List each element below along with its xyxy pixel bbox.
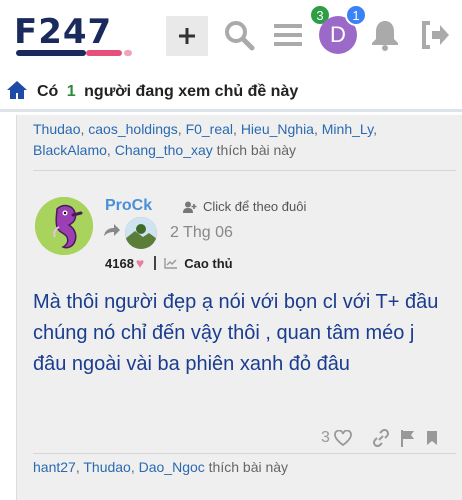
site-logo[interactable]: F247 (14, 12, 146, 56)
post-likes: hant27, Thudao, Dao_Ngoc thích bài này (33, 459, 289, 475)
liker-link[interactable]: Thudao (33, 121, 80, 137)
liker-link[interactable]: Chang_tho_xay (115, 142, 213, 158)
bell-icon (372, 21, 398, 51)
post-divider (33, 453, 456, 454)
home-button[interactable] (6, 80, 28, 105)
poster-stats: 4168 ♥ Cao thủ (105, 255, 233, 271)
liker-link[interactable]: hant27 (33, 459, 76, 475)
notifications-button[interactable] (368, 18, 402, 52)
link-icon[interactable] (372, 429, 390, 447)
liker-link[interactable]: BlackAlamo (33, 142, 107, 158)
reply-to-indicator[interactable] (103, 223, 121, 242)
logout-button[interactable] (418, 18, 452, 52)
liker-link[interactable]: Dao_Ngoc (139, 459, 205, 475)
follow-label: Click để theo đuôi (203, 199, 307, 214)
logo-bar-pink (86, 50, 122, 56)
viewers-text: Có 1 người đang xem chủ đề này (37, 83, 298, 101)
post-actions: 3 (321, 427, 438, 449)
heart-outline-icon[interactable] (334, 430, 352, 446)
menu-button[interactable] (271, 18, 305, 52)
reputation-count: 4168 (105, 255, 134, 271)
search-icon (225, 21, 255, 51)
site-header: F247 3 D 1 (0, 0, 462, 72)
post-divider (33, 170, 456, 171)
post-date[interactable]: 2 Thg 06 (170, 224, 233, 242)
user-rank: Cao thủ (184, 255, 233, 271)
liker-link[interactable]: Hieu_Nghia (241, 121, 314, 137)
flag-icon[interactable] (400, 429, 416, 447)
home-icon (7, 81, 27, 99)
seahorse-avatar-icon (35, 197, 93, 255)
viewers-suffix: người đang xem chủ đề này (84, 83, 299, 100)
post-body: Mà thôi người đẹp ạ nói với bọn cl với T… (33, 291, 439, 375)
share-arrow-icon (104, 224, 120, 236)
sign-out-icon (422, 21, 449, 49)
liker-link[interactable]: caos_holdings (88, 121, 178, 137)
follow-button[interactable]: Click để theo đuôi (183, 199, 306, 214)
liker-link[interactable]: Minh_Ly (322, 121, 373, 137)
liker-link[interactable]: F0_real (186, 121, 233, 137)
likes-suffix: thích bài này (216, 142, 297, 158)
viewers-count: 1 (66, 83, 76, 100)
landscape-avatar-icon (125, 217, 157, 249)
avatar-badge: 1 (345, 4, 367, 26)
plus-icon (179, 28, 195, 44)
avatar-letter: D (330, 22, 346, 47)
search-button[interactable] (222, 18, 256, 52)
logo-text: F247 (14, 12, 113, 52)
post-stream: Thudao, caos_holdings, F0_real, Hieu_Ngh… (16, 115, 462, 500)
new-topic-button[interactable] (166, 16, 208, 56)
like-count[interactable]: 3 (321, 429, 330, 447)
topic-status-bar: Có 1 người đang xem chủ đề này (0, 72, 462, 112)
liker-link[interactable]: Thudao (83, 459, 130, 475)
trend-chart-icon (164, 258, 178, 269)
reply-to-avatar[interactable] (125, 217, 157, 249)
bookmark-icon[interactable] (426, 430, 438, 446)
viewers-prefix: Có (37, 83, 59, 100)
user-plus-icon (183, 201, 197, 213)
likes-suffix: thích bài này (208, 459, 289, 475)
hamburger-icon (274, 24, 302, 46)
logo-bar-dot (124, 50, 132, 56)
stats-separator (154, 256, 157, 270)
poster-avatar[interactable] (35, 197, 93, 255)
heart-icon: ♥ (135, 255, 145, 271)
previous-post-likes: Thudao, caos_holdings, F0_real, Hieu_Ngh… (33, 121, 378, 158)
logo-bar-navy (16, 50, 86, 56)
poster-username[interactable]: ProCk (105, 197, 152, 215)
